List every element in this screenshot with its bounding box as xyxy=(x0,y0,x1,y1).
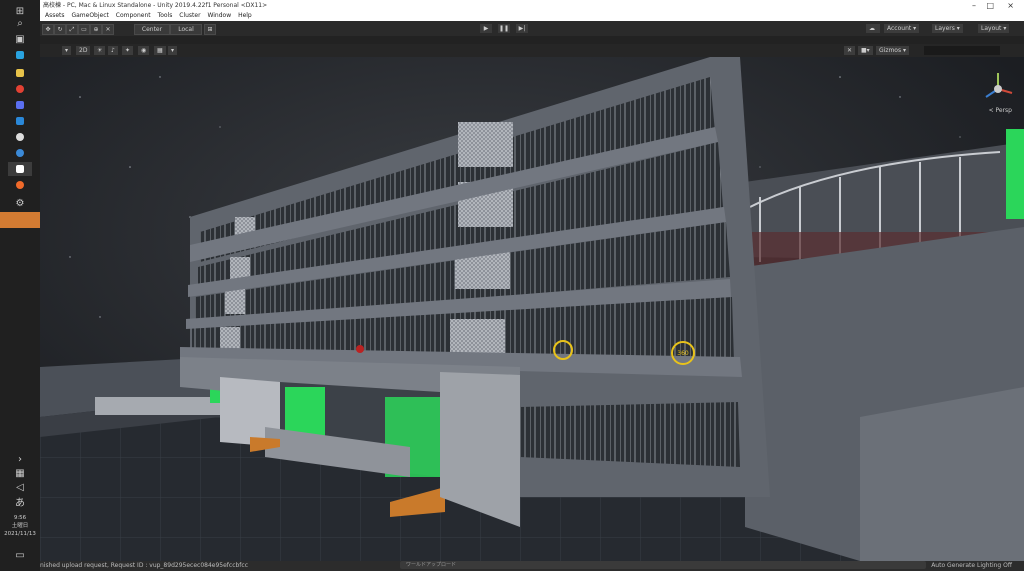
main-toolbar: ✥ ↻ ⤢ ▭ ⊕ ✕ Center Local ⊞ ▶ ❚❚ ▶| ☁ Acc… xyxy=(40,21,1024,37)
network-icon[interactable]: ▦ xyxy=(8,466,32,480)
pivot-center-button[interactable]: Center xyxy=(134,24,170,35)
pause-button[interactable]: ❚❚ xyxy=(498,24,510,33)
lighting-status: Auto Generate Lighting Off xyxy=(931,562,1012,569)
menu-help[interactable]: Help xyxy=(238,12,252,19)
gizmos-dropdown[interactable]: Gizmos ▾ xyxy=(876,46,910,55)
menu-tools[interactable]: Tools xyxy=(158,12,173,19)
pivot-local-button[interactable]: Local xyxy=(170,24,202,35)
app-chrome2-icon[interactable] xyxy=(8,146,32,160)
left-steps xyxy=(95,397,225,415)
audio-toggle-icon[interactable]: ♪ xyxy=(108,46,118,55)
active-app-indicator[interactable] xyxy=(0,212,40,228)
move-tool-icon[interactable]: ✥ xyxy=(42,24,54,35)
menu-gameobject[interactable]: GameObject xyxy=(71,12,108,19)
layout-dropdown[interactable]: Layout ▾ xyxy=(978,24,1010,33)
scene-render: 360 xyxy=(40,57,1024,561)
account-dropdown[interactable]: Account ▾ xyxy=(884,24,920,33)
clock-time: 9:56 xyxy=(13,515,27,521)
chevron-up-icon[interactable]: › xyxy=(8,452,32,466)
ime-icon[interactable]: あ xyxy=(8,494,32,509)
scene-toolbar: ▾ 2D ☀ ♪ ✦ ◉ ▦ ▾ ✕ ■▾ Gizmos ▾ xyxy=(40,44,1024,58)
taskbar-clock[interactable]: 9:56 土曜日 2021/11/13 xyxy=(2,514,38,538)
status-bar: nished upload request, Request ID : vup_… xyxy=(40,561,1024,571)
shading-mode-dropdown[interactable]: ▾ xyxy=(62,46,72,55)
snap-icon[interactable]: ⊞ xyxy=(204,24,216,35)
tools-icon[interactable]: ✕ xyxy=(844,46,856,55)
red-object xyxy=(356,345,364,353)
upload-tab[interactable]: ワールドアップロード xyxy=(400,561,926,569)
collab-cloud-icon[interactable]: ☁ xyxy=(866,24,880,33)
app-mail-icon[interactable] xyxy=(8,48,32,62)
app-unity-icon[interactable] xyxy=(8,162,32,176)
scale-tool-icon[interactable]: ⤢ xyxy=(66,24,78,35)
windows-taskbar: ⊞ ⌕ ▣ ⚙ › ▦ ◁ あ 9:56 土曜日 2021/11/13 ▭ xyxy=(0,0,40,571)
green-panel-right xyxy=(1006,129,1024,219)
rect-tool-icon[interactable]: ▭ xyxy=(78,24,90,35)
transform-tool-icon[interactable]: ⊕ xyxy=(90,24,102,35)
grid-toggle-icon[interactable]: ▦ xyxy=(154,46,166,55)
task-view-icon[interactable]: ▣ xyxy=(8,32,32,46)
app-chrome-icon[interactable] xyxy=(8,82,32,96)
scene-orientation-gizmo[interactable] xyxy=(978,67,1018,112)
menu-cluster[interactable]: Cluster xyxy=(179,12,200,19)
app-folder-icon[interactable] xyxy=(8,66,32,80)
clock-weekday: 土曜日 xyxy=(11,523,29,529)
menu-window[interactable]: Window xyxy=(207,12,231,19)
close-icon[interactable]: × xyxy=(1007,0,1014,11)
window-titlebar: 高校棟 - PC, Mac & Linux Standalone - Unity… xyxy=(40,0,1024,11)
minimize-icon[interactable]: – xyxy=(972,0,976,11)
mode-2d-toggle[interactable]: 2D xyxy=(76,46,91,55)
persp-label[interactable]: < Persp xyxy=(989,107,1012,114)
hidden-objects-icon[interactable]: ◉ xyxy=(138,46,150,55)
layers-dropdown[interactable]: Layers ▾ xyxy=(932,24,963,33)
lighting-toggle-icon[interactable]: ☀ xyxy=(94,46,106,55)
camera-settings-icon[interactable]: ▾ xyxy=(168,46,178,55)
app-firefox-icon[interactable] xyxy=(8,178,32,192)
app-vscode-icon[interactable] xyxy=(8,114,32,128)
scene-viewport[interactable]: 360 < Persp xyxy=(40,57,1024,561)
custom-tool-icon[interactable]: ✕ xyxy=(102,24,114,35)
scene-search-input[interactable] xyxy=(924,46,1000,55)
rotate-tool-icon[interactable]: ↻ xyxy=(54,24,66,35)
effects-toggle-icon[interactable]: ✦ xyxy=(122,46,134,55)
notification-icon[interactable]: ▭ xyxy=(8,548,32,562)
app-generic-icon[interactable] xyxy=(8,130,32,144)
search-icon[interactable]: ⌕ xyxy=(8,16,32,30)
speaker-icon[interactable]: ◁ xyxy=(8,480,32,494)
maximize-icon[interactable]: □ xyxy=(986,0,994,11)
menu-assets[interactable]: Assets xyxy=(45,12,65,19)
console-message[interactable]: nished upload request, Request ID : vup_… xyxy=(40,561,248,571)
camera-icon[interactable]: ■▾ xyxy=(858,46,873,55)
scene-tab-strip xyxy=(40,36,1024,44)
settings-gear-icon[interactable]: ⚙ xyxy=(8,196,32,210)
app-discord-icon[interactable] xyxy=(8,98,32,112)
clock-date: 2021/11/13 xyxy=(4,531,36,537)
window-title: 高校棟 - PC, Mac & Linux Standalone - Unity… xyxy=(43,2,268,9)
step-button[interactable]: ▶| xyxy=(516,24,528,33)
play-button[interactable]: ▶ xyxy=(480,24,492,33)
menu-bar: Assets GameObject Component Tools Cluste… xyxy=(40,11,1024,21)
menu-component[interactable]: Component xyxy=(116,12,151,19)
sign-360-text: 360 xyxy=(677,350,689,357)
